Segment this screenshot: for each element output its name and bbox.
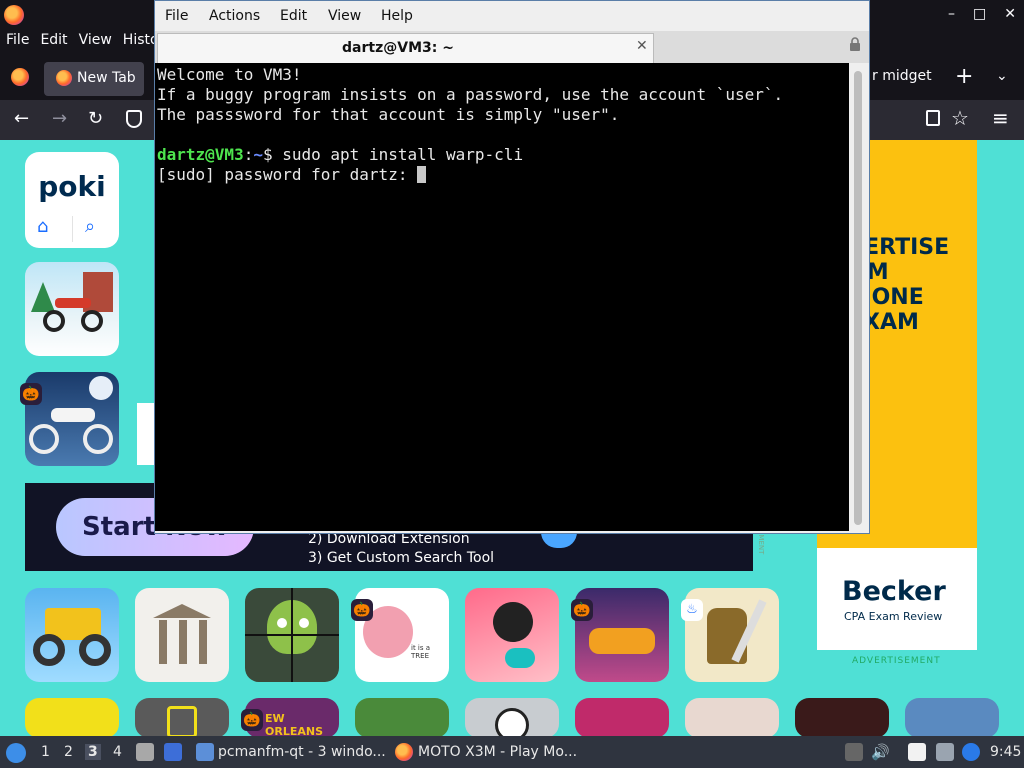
menu-view[interactable]: View <box>79 32 112 48</box>
game-tile-title: EW ORLEANS <box>265 712 323 738</box>
game-tile-row2-1[interactable] <box>25 698 119 738</box>
terminal-screen[interactable]: Welcome to VM3! If a buggy program insist… <box>155 63 849 531</box>
game-tile-monster-truck[interactable] <box>25 588 119 682</box>
game-tile-spinner[interactable] <box>465 588 559 682</box>
clipboard-icon[interactable] <box>908 743 926 761</box>
prompt-command: $ sudo apt install warp-cli <box>262 145 524 164</box>
hamburger-menu-icon[interactable]: ≡ <box>992 106 1009 130</box>
menu-file[interactable]: File <box>6 32 29 48</box>
new-tab-button[interactable]: + <box>955 64 973 89</box>
poki-logo[interactable]: poki <box>25 170 119 203</box>
prompt-user: dartz@VM3 <box>157 145 244 164</box>
prompt-path: ~ <box>253 145 263 164</box>
search-icon[interactable]: ⌕ <box>85 216 95 237</box>
info-notification-icon[interactable] <box>962 743 980 761</box>
tab-list-chevron-icon[interactable]: ⌄ <box>996 68 1008 84</box>
becker-subtitle: CPA Exam Review <box>844 610 943 623</box>
terminal-tab-title: dartz@VM3: ~ <box>342 40 454 56</box>
terminal-menu-actions[interactable]: Actions <box>209 8 260 24</box>
game-tile-row2-7[interactable] <box>685 698 779 738</box>
halloween-badge-icon: 🎃 <box>571 599 593 621</box>
terminal-line: If a buggy program insists on a password… <box>157 85 784 104</box>
terminal-cursor <box>417 166 427 183</box>
game-tile-row2-9[interactable] <box>905 698 999 738</box>
workspace-4[interactable]: 4 <box>113 744 122 760</box>
ad-steps: 2) Download Extension 3) Get Custom Sear… <box>308 530 494 568</box>
firefox-favicon-icon <box>56 70 72 86</box>
tab-partial-label[interactable]: r midget <box>872 68 932 84</box>
window-controls: – □ ✕ <box>948 6 1016 22</box>
terminal-menu-view[interactable]: View <box>328 8 361 24</box>
shield-icon[interactable] <box>126 110 142 128</box>
poki-logo-card: poki ⌂ ⌕ <box>25 152 119 248</box>
flame-badge-icon: ♨ <box>681 599 703 621</box>
game-tile-moto-winter[interactable] <box>25 262 119 356</box>
tab-label: New Tab <box>77 70 136 86</box>
forward-arrow-icon[interactable]: → <box>52 108 67 129</box>
workspace-3[interactable]: 3 <box>85 744 101 760</box>
volume-icon[interactable]: 🔊 <box>871 743 890 761</box>
becker-logo: Becker <box>842 576 946 607</box>
brain-caption: it is a TREE <box>411 644 431 660</box>
terminal-tab[interactable]: dartz@VM3: ~ ✕ <box>157 33 654 63</box>
clock[interactable]: 9:45 <box>990 744 1021 760</box>
game-tile-row2-6[interactable] <box>575 698 669 738</box>
halloween-badge-icon: 🎃 <box>241 709 263 731</box>
terminal-tabbar: dartz@VM3: ~ ✕ <box>155 31 869 63</box>
firefox-view-icon[interactable] <box>11 68 29 86</box>
game-tile-row2-4[interactable] <box>355 698 449 738</box>
lock-icon[interactable] <box>849 37 861 51</box>
tray-upload-icon[interactable] <box>845 743 863 761</box>
halloween-badge-icon: 🎃 <box>351 599 373 621</box>
terminal-menubar: File Actions Edit View Help <box>155 1 869 31</box>
back-arrow-icon[interactable]: ← <box>14 108 29 129</box>
game-tile-zombie[interactable] <box>245 588 339 682</box>
workspace-2[interactable]: 2 <box>64 744 73 760</box>
game-tile-row2-8[interactable] <box>795 698 889 738</box>
terminal-line: The passsword for that account is simply… <box>157 105 620 124</box>
sudo-prompt: [sudo] password for dartz: <box>157 165 418 184</box>
divider <box>72 216 73 242</box>
game-tile-row2-5[interactable] <box>465 698 559 738</box>
game-tile-row2-2[interactable] <box>135 698 229 738</box>
workspace-1[interactable]: 1 <box>41 744 50 760</box>
maximize-button[interactable]: □ <box>973 6 986 22</box>
terminal-window[interactable]: File Actions Edit View Help dartz@VM3: ~… <box>154 0 870 534</box>
reload-icon[interactable]: ↻ <box>88 108 103 129</box>
task-firefox[interactable]: MOTO X3M - Play Mo... <box>418 744 577 760</box>
terminal-prompt-line: dartz@VM3:~$ sudo apt install warp-cli <box>157 145 849 165</box>
minimize-button[interactable]: – <box>948 6 955 22</box>
task-pcmanfm[interactable]: pcmanfm-qt - 3 windo... <box>218 744 386 760</box>
reader-view-icon[interactable] <box>926 110 940 126</box>
terminal-menu-file[interactable]: File <box>165 8 188 24</box>
close-window-button[interactable]: ✕ <box>1004 6 1016 22</box>
ad-step-3: 3) Get Custom Search Tool <box>308 550 495 566</box>
terminal-menu-edit[interactable]: Edit <box>280 8 307 24</box>
terminal-menu-help[interactable]: Help <box>381 8 413 24</box>
bookmark-star-icon[interactable]: ☆ <box>951 106 969 130</box>
show-desktop-icon[interactable] <box>136 743 154 761</box>
browser-menu: File Edit View Histo <box>6 32 159 48</box>
scrollbar-thumb[interactable] <box>854 71 862 525</box>
close-tab-icon[interactable]: ✕ <box>636 38 648 54</box>
game-tile-bridge[interactable] <box>135 588 229 682</box>
firefox-task-icon <box>395 743 413 761</box>
start-menu-icon[interactable] <box>6 743 26 763</box>
halloween-badge-icon: 🎃 <box>20 383 42 405</box>
file-manager-icon[interactable] <box>164 743 182 761</box>
folder-icon <box>196 743 214 761</box>
advertisement-label: ADVERTISEMENT <box>852 656 941 666</box>
sudo-prompt-line: [sudo] password for dartz: <box>157 165 849 185</box>
tab-new-tab[interactable]: New Tab <box>44 62 144 96</box>
home-icon[interactable]: ⌂ <box>37 216 48 237</box>
prompt-separator: : <box>243 145 254 164</box>
terminal-line: Welcome to VM3! <box>157 65 302 84</box>
network-monitor-icon[interactable] <box>936 743 954 761</box>
firefox-logo-icon <box>4 5 24 25</box>
menu-edit[interactable]: Edit <box>40 32 67 48</box>
terminal-scrollbar[interactable] <box>849 63 869 531</box>
